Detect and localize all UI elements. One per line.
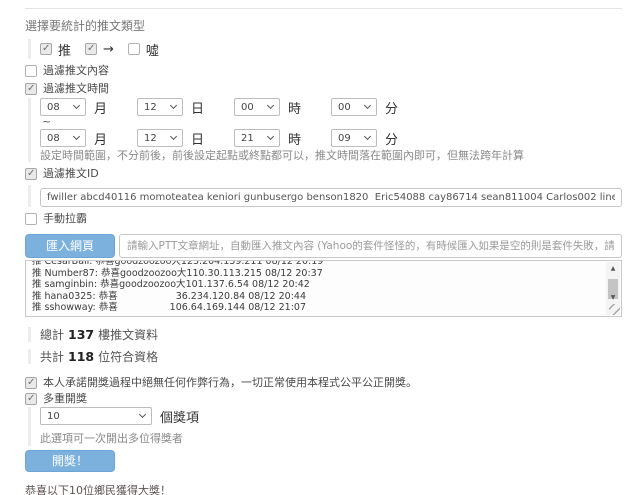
- push-checkbox[interactable]: [40, 43, 52, 55]
- time-from-row: 08 月 12 日 00 時 00: [40, 98, 622, 116]
- article-url-input[interactable]: [119, 234, 622, 258]
- to-minute-value: 09: [338, 133, 351, 144]
- total-comments-stat: 總計 137 樓推文資料: [28, 327, 622, 342]
- filter-time-row: 過濾推文時間: [25, 82, 622, 96]
- filter-content-checkbox[interactable]: [25, 65, 37, 77]
- prize-count-value: 10: [47, 411, 60, 422]
- month-unit-label: 月: [94, 98, 107, 117]
- type-option-push: 推: [40, 40, 71, 59]
- chevron-down-icon: [73, 133, 80, 140]
- comment-line: 推 samginbin: 恭喜goodzoozoo大101.137.6.54 0…: [32, 279, 306, 291]
- multi-draw-block: 10 個獎項 此選項可一次開出多位得獎者: [28, 407, 622, 446]
- scroll-up-icon[interactable]: ▲: [606, 262, 620, 274]
- to-month-select[interactable]: 08: [40, 129, 86, 147]
- chevron-down-icon: [267, 102, 274, 109]
- to-hour-value: 21: [241, 133, 254, 144]
- comment-line: 推 sshowway: 恭喜106.64.169.144 08/12 21:07: [32, 302, 306, 314]
- chevron-down-icon: [170, 133, 177, 140]
- draw-button[interactable]: 開獎！: [25, 450, 115, 472]
- qualified-stat: 共計 118 位符合資格: [28, 349, 622, 364]
- comment-line: 推 CesarBall: 恭喜goodzoozoo大123.204.139.21…: [32, 260, 306, 268]
- from-minute-select[interactable]: 00: [331, 98, 377, 116]
- from-hour-value: 00: [241, 102, 254, 113]
- chevron-down-icon: [364, 102, 371, 109]
- comment-type-options: 推 → 噓: [28, 39, 622, 59]
- from-minute-value: 00: [338, 102, 351, 113]
- hour-unit-label: 時: [288, 98, 301, 117]
- total-comments-count: 137: [68, 327, 94, 342]
- filter-time-checkbox[interactable]: [25, 83, 37, 95]
- push-label: 推: [58, 40, 71, 59]
- to-hour-select[interactable]: 21: [234, 129, 280, 147]
- id-filter-input[interactable]: [40, 188, 622, 207]
- comment-line: 推 Number87: 恭喜goodzoozoo大110.30.113.215 …: [32, 268, 306, 280]
- type-option-boo: 噓: [128, 40, 159, 59]
- chevron-down-icon: [139, 411, 146, 418]
- comments-content: 推 CesarBall: 恭喜goodzoozoo大123.204.139.21…: [26, 260, 621, 314]
- time-range-block: 08 月 12 日 00 時 00: [28, 98, 622, 162]
- congrats-message: 恭喜以下10位鄉民獲得大獎！: [25, 482, 622, 495]
- from-month-value: 08: [47, 102, 60, 113]
- from-hour-select[interactable]: 00: [234, 98, 280, 116]
- comments-textarea[interactable]: 推 CesarBall: 恭喜goodzoozoo大123.204.139.21…: [25, 260, 622, 317]
- multi-draw-note: 此選項可一次開出多位得獎者: [40, 430, 622, 446]
- manual-slot-checkbox[interactable]: [25, 213, 37, 225]
- from-month-select[interactable]: 08: [40, 98, 86, 116]
- pledge-row: 本人承諾開獎過程中絕無任何作弊行為，一切正常使用本程式公平公正開獎。: [25, 377, 622, 389]
- multi-draw-checkbox[interactable]: [25, 393, 37, 405]
- top-divider: [25, 8, 622, 9]
- hour-unit-label: 時: [288, 129, 301, 148]
- filter-id-label: 過濾推文ID: [43, 168, 99, 180]
- boo-label: 噓: [146, 40, 159, 59]
- qualified-count: 118: [68, 349, 94, 364]
- type-option-arrow: →: [85, 42, 114, 57]
- chevron-down-icon: [364, 133, 371, 140]
- prize-count-select[interactable]: 10: [40, 407, 152, 425]
- from-day-select[interactable]: 12: [137, 98, 183, 116]
- arrow-checkbox[interactable]: [85, 43, 97, 55]
- multi-draw-row: 多重開獎: [25, 393, 622, 405]
- month-unit-label: 月: [94, 129, 107, 148]
- multi-draw-label: 多重開獎: [43, 393, 87, 405]
- manual-slot-label: 手動拉霸: [43, 213, 87, 225]
- day-unit-label: 日: [191, 98, 204, 117]
- prize-count-suffix: 個獎項: [160, 407, 199, 426]
- range-separator: ~: [42, 117, 622, 127]
- filter-time-label: 過濾推文時間: [43, 83, 109, 95]
- filter-id-checkbox[interactable]: [25, 168, 37, 180]
- to-minute-select[interactable]: 09: [331, 129, 377, 147]
- filter-content-row: 過濾推文內容: [25, 64, 622, 78]
- chevron-down-icon: [267, 133, 274, 140]
- to-day-select[interactable]: 12: [137, 129, 183, 147]
- minute-unit-label: 分: [385, 98, 398, 117]
- time-range-note: 設定時間範圍，不分前後，前後設定起點或終點都可以，推文時間落在範圍內即可，但無法…: [40, 150, 622, 162]
- minute-unit-label: 分: [385, 129, 398, 148]
- arrow-label: →: [103, 42, 114, 57]
- resize-grip-icon[interactable]: [609, 304, 620, 315]
- to-month-value: 08: [47, 133, 60, 144]
- comment-line: 推 hana0325: 恭喜36.234.120.84 08/12 20:44: [32, 291, 306, 303]
- page-title: 選擇要統計的推文類型: [25, 20, 622, 33]
- day-unit-label: 日: [191, 129, 204, 148]
- to-day-value: 12: [144, 133, 157, 144]
- id-filter-block: [28, 185, 622, 207]
- pledge-checkbox[interactable]: [25, 377, 37, 389]
- chevron-down-icon: [73, 102, 80, 109]
- import-row: 匯入網頁: [25, 234, 622, 258]
- boo-checkbox[interactable]: [128, 43, 140, 55]
- chevron-down-icon: [170, 102, 177, 109]
- import-page-button[interactable]: 匯入網頁: [25, 234, 115, 258]
- pledge-label: 本人承諾開獎過程中絕無任何作弊行為，一切正常使用本程式公平公正開獎。: [43, 377, 417, 389]
- from-day-value: 12: [144, 102, 157, 113]
- filter-id-row: 過濾推文ID: [25, 167, 622, 181]
- manual-slot-row: 手動拉霸: [25, 212, 622, 226]
- scroll-down-icon[interactable]: ▼: [606, 291, 620, 303]
- lottery-tool-page: 選擇要統計的推文類型 推 → 噓 過濾推文內容 過濾推文時間 08: [0, 8, 640, 495]
- time-to-row: 08 月 12 日 21 時 09: [40, 129, 622, 147]
- filter-content-label: 過濾推文內容: [43, 65, 109, 77]
